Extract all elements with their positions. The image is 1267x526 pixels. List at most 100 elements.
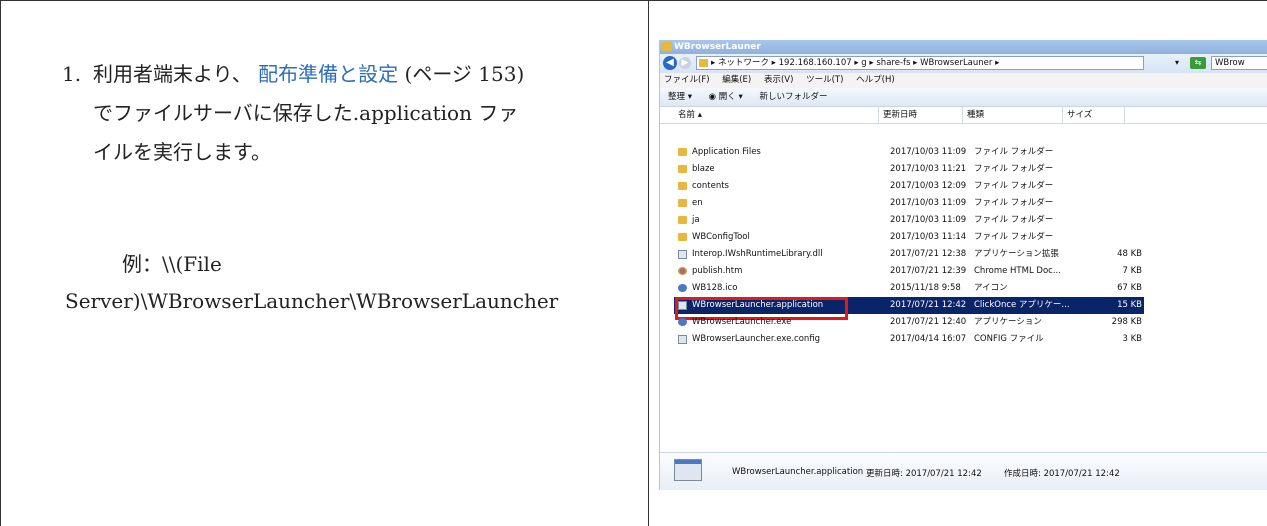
file-name: WBrowserLauncher.application — [692, 300, 824, 310]
file-size — [1084, 229, 1142, 246]
file-row[interactable]: Interop.IWshRuntimeLibrary.dll 2017/07/21… — [674, 246, 1144, 263]
file-row[interactable]: ja 2017/10/03 11:09 ファイル フォルダー — [674, 212, 1144, 229]
file-type: ファイル フォルダー — [974, 198, 1054, 208]
refresh-button[interactable]: ⇆ — [1190, 57, 1206, 69]
instruction-cell: 1. 利用者端末より、 配布準備と設定 (ページ 153) でファイルサーバに保… — [0, 0, 648, 526]
file-type: ファイル フォルダー — [974, 232, 1054, 242]
step-line-1-before: 利用者端末より、 — [93, 62, 252, 86]
page-reference: (ページ 153) — [398, 62, 525, 86]
file-type: アイコン — [974, 283, 1008, 293]
file-type: ClickOnce アプリケー... — [974, 300, 1070, 310]
window-title-bar: WBrowserLauner — [660, 40, 1267, 54]
file-row[interactable]: WB128.ico 2015/11/18 9:58 アイコン 67 KB — [674, 280, 1144, 297]
file-row[interactable]: en 2017/10/03 11:09 ファイル フォルダー — [674, 195, 1144, 212]
file-row[interactable]: WBrowserLauncher.exe.config 2017/04/14 16… — [674, 331, 1144, 348]
file-name: WBrowserLauncher.exe.config — [692, 334, 821, 344]
file-size — [1084, 178, 1142, 195]
open-button[interactable]: ◉ 開く ▾ — [709, 92, 743, 102]
column-header-type[interactable]: 種類 — [963, 107, 1063, 123]
file-name: WB128.ico — [692, 283, 738, 293]
details-file-name: WBrowserLauncher.application — [732, 467, 864, 477]
column-divider — [648, 0, 649, 526]
menu-help[interactable]: ヘルプ(H) — [856, 75, 895, 85]
example-label: 例：\\(File — [122, 252, 222, 276]
step-text: 1. 利用者端末より、 配布準備と設定 (ページ 153) でファイルサーバに保… — [62, 55, 643, 172]
forward-button[interactable]: ▶ — [679, 57, 691, 69]
explorer-screenshot: WBrowserLauner ◀ ▶ ▸ ネットワーク ▸ 192.168.16… — [659, 40, 1267, 490]
address-bar[interactable]: ▸ ネットワーク ▸ 192.168.160.107 ▸ g ▸ share-f… — [696, 56, 1144, 70]
file-type: ファイル フォルダー — [974, 181, 1054, 191]
file-date: 2015/11/18 9:58 — [890, 283, 961, 293]
file-type: ファイル フォルダー — [974, 215, 1054, 225]
file-date: 2017/07/21 12:39 — [890, 266, 967, 276]
menu-file[interactable]: ファイル(F) — [664, 75, 710, 85]
file-thumbnail-icon — [674, 459, 702, 481]
file-size: 298 KB — [1111, 317, 1142, 327]
file-name: blaze — [692, 164, 715, 174]
file-row[interactable]: WBrowserLauncher.application 2017/07/21 1… — [674, 297, 1144, 320]
search-input[interactable]: WBrow — [1211, 56, 1267, 70]
address-path: ▸ ネットワーク ▸ 192.168.160.107 ▸ g ▸ share-f… — [711, 58, 1000, 68]
details-modified: 更新日時: 2017/07/21 12:42 — [866, 469, 982, 479]
menu-bar: ファイル(F) 編集(E) 表示(V) ツール(T) ヘルプ(H) — [660, 73, 1267, 88]
details-created: 作成日時: 2017/07/21 12:42 — [1004, 469, 1120, 479]
file-row[interactable]: blaze 2017/10/03 11:21 ファイル フォルダー — [674, 161, 1144, 178]
file-size: 7 KB — [1122, 266, 1142, 276]
file-date: 2017/10/03 11:14 — [890, 232, 967, 242]
example-path: Server)\WBrowserLauncher\WBrowserLaunche… — [65, 289, 559, 313]
column-header-date[interactable]: 更新日時 — [879, 107, 963, 123]
file-row[interactable]: contents 2017/10/03 12:09 ファイル フォルダー — [674, 178, 1144, 195]
file-name: en — [692, 198, 703, 208]
file-size — [1084, 195, 1142, 212]
file-name: WBrowserLauncher.exe — [692, 317, 792, 327]
file-type: ファイル フォルダー — [974, 164, 1054, 174]
folder-icon — [699, 59, 708, 67]
file-date: 2017/04/14 16:07 — [890, 334, 967, 344]
menu-edit[interactable]: 編集(E) — [722, 75, 751, 85]
file-date: 2017/10/03 11:09 — [890, 215, 967, 225]
step-line-1: 利用者端末より、 配布準備と設定 (ページ 153) — [93, 55, 643, 94]
file-date: 2017/10/03 11:21 — [890, 164, 967, 174]
step-line-2: でファイルサーバに保存した.application ファ — [93, 101, 519, 125]
file-size: 3 KB — [1122, 334, 1142, 344]
file-name: Interop.IWshRuntimeLibrary.dll — [692, 249, 823, 259]
file-row[interactable]: WBrowserLauncher.exe 2017/07/21 12:40 アプリケ… — [674, 314, 1144, 331]
file-row[interactable]: Application Files 2017/10/03 11:09 ファイル フォ… — [674, 144, 1144, 161]
file-row[interactable]: publish.htm 2017/07/21 12:39 Chrome HTML D… — [674, 263, 1144, 280]
column-headers: 名前 ▴ 更新日時 種類 サイズ — [660, 107, 1267, 124]
address-dropdown-button[interactable]: ▾ — [1175, 56, 1185, 70]
file-type: アプリケーション拡張 — [974, 249, 1059, 259]
new-folder-button[interactable]: 新しいフォルダー — [759, 92, 827, 102]
file-name: publish.htm — [692, 266, 743, 276]
file-type: ファイル フォルダー — [974, 147, 1054, 157]
file-type: アプリケーション — [974, 317, 1042, 327]
command-bar: 整理 ▾ ◉ 開く ▾ 新しいフォルダー — [660, 88, 1267, 107]
file-name: contents — [692, 181, 729, 191]
address-row: ◀ ▶ ▸ ネットワーク ▸ 192.168.160.107 ▸ g ▸ sha… — [660, 54, 1267, 73]
details-pane: WBrowserLauncher.application 更新日時: 2017/… — [660, 452, 1267, 490]
reference-link[interactable]: 配布準備と設定 — [258, 62, 398, 86]
file-size — [1084, 212, 1142, 229]
back-button[interactable]: ◀ — [663, 56, 677, 70]
file-name: WBConfigTool — [692, 232, 750, 242]
file-list: Application Files 2017/10/03 11:09 ファイル フォ… — [660, 144, 1267, 348]
organize-button[interactable]: 整理 ▾ — [668, 92, 692, 102]
file-name: Application Files — [692, 147, 761, 157]
file-size: 48 KB — [1117, 249, 1142, 259]
file-date: 2017/07/21 12:42 — [890, 300, 967, 310]
step-number: 1. — [62, 62, 82, 86]
file-name: ja — [692, 215, 700, 225]
file-date: 2017/10/03 11:09 — [890, 147, 967, 157]
file-date: 2017/07/21 12:38 — [890, 249, 967, 259]
file-date: 2017/10/03 11:09 — [890, 198, 967, 208]
menu-tools[interactable]: ツール(T) — [806, 75, 843, 85]
file-row[interactable]: WBConfigTool 2017/10/03 11:14 ファイル フォルダー — [674, 229, 1144, 246]
menu-view[interactable]: 表示(V) — [764, 75, 793, 85]
file-type: CONFIG ファイル — [974, 334, 1044, 344]
file-size: 67 KB — [1117, 283, 1142, 293]
file-date: 2017/07/21 12:40 — [890, 317, 967, 327]
column-header-size[interactable]: サイズ — [1063, 107, 1125, 123]
file-size — [1084, 161, 1142, 178]
column-header-name[interactable]: 名前 ▴ — [674, 107, 879, 123]
file-type: Chrome HTML Doc... — [974, 266, 1061, 276]
